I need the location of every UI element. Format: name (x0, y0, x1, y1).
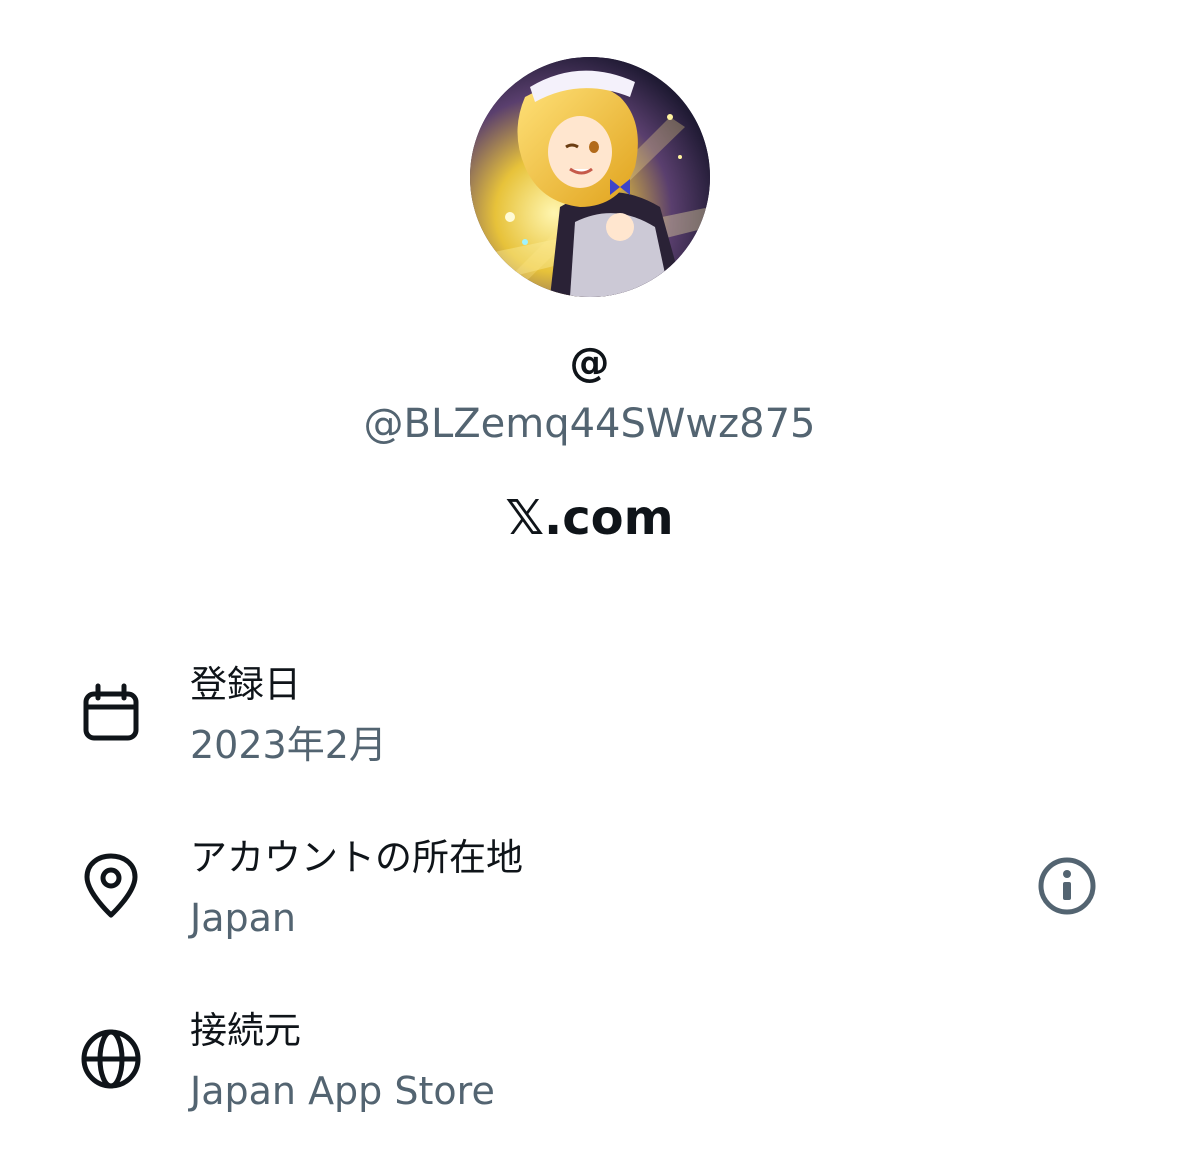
calendar-icon (78, 680, 144, 746)
joined-row: 登録日 2023年2月 (0, 660, 1179, 770)
avatar-image (470, 57, 710, 297)
joined-value: 2023年2月 (190, 723, 387, 767)
display-name: @ (569, 340, 610, 386)
connected-via-label: 接続元 (190, 1009, 301, 1052)
account-location-label: アカウントの所在地 (190, 836, 523, 879)
location-pin-icon (78, 853, 144, 919)
avatar[interactable] (470, 57, 710, 297)
info-icon[interactable] (1034, 853, 1100, 919)
joined-label: 登録日 (190, 663, 301, 706)
account-location-row: アカウントの所在地 Japan (0, 833, 1179, 943)
globe-icon (78, 1026, 144, 1092)
brand-label: 𝕏.com (505, 490, 674, 546)
account-location-value: Japan (190, 896, 296, 940)
connected-via-row: 接続元 Japan App Store (0, 1006, 1179, 1116)
username-handle: @BLZemq44SWwz875 (363, 401, 816, 447)
connected-via-value: Japan App Store (190, 1069, 495, 1113)
